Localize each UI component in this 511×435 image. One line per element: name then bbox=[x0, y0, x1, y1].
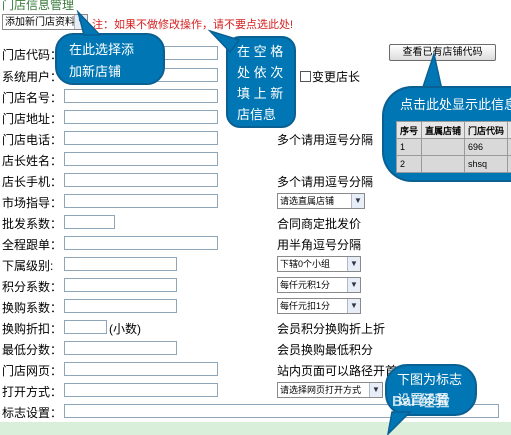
open-mode-select-value: 请选择网页打开方式 bbox=[280, 385, 362, 395]
label-subordinate-level: 下属级别: bbox=[2, 259, 54, 273]
wholesale-coef-input[interactable] bbox=[64, 215, 115, 229]
points-select-value: 每仟元积1分 bbox=[280, 280, 331, 290]
points-coef-input[interactable] bbox=[64, 278, 177, 292]
label-store-code: 门店代码： bbox=[2, 48, 63, 62]
subordinate-level-input[interactable] bbox=[64, 257, 177, 271]
label-points-coef: 积分系数： bbox=[2, 280, 63, 294]
table-header-cell: 序号 bbox=[396, 121, 423, 139]
callout-fill-info-tail bbox=[207, 29, 240, 54]
label-exchange-coef: 换购系数： bbox=[2, 301, 63, 315]
chevron-down-icon: ▼ bbox=[347, 257, 360, 271]
callout-select-add-tail bbox=[76, 10, 102, 36]
callout-fill-info-line3: 填 上 新 bbox=[237, 86, 284, 101]
open-mode-select[interactable]: 请选择网页打开方式 ▼ bbox=[277, 382, 383, 398]
mobile-hint: 多个请用逗号分隔 bbox=[277, 175, 374, 189]
change-manager-label: 变更店长 bbox=[312, 70, 361, 84]
discount-hint: 会员积分换购折上折 bbox=[277, 322, 386, 336]
table-cell bbox=[421, 155, 466, 173]
label-manager-mobile: 店长手机： bbox=[2, 175, 63, 189]
table-cell bbox=[421, 138, 466, 156]
table-cell: po bbox=[507, 138, 511, 156]
label-tracking: 全程跟单： bbox=[2, 238, 63, 252]
callout-fill-info-line4: 店信息 bbox=[237, 107, 277, 122]
direct-store-select-value: 请选直属店铺 bbox=[280, 196, 335, 206]
label-store-webpage: 门店网页： bbox=[2, 364, 63, 378]
table-header-cell: 门店代码 bbox=[464, 121, 509, 139]
callout-fill-info-line1: 在 空 格 bbox=[237, 44, 284, 59]
table-header-row: 序号 直属店铺 门店代码 门 bbox=[396, 121, 511, 139]
chevron-down-icon: ▼ bbox=[351, 194, 364, 208]
label-store-phone: 门店电话： bbox=[2, 133, 63, 147]
bottom-bar bbox=[0, 422, 511, 435]
warning-text: 注：如果不做修改操作，请不要点选此处! bbox=[92, 19, 294, 31]
subordinate-select-value: 下辖0个小组 bbox=[280, 259, 331, 269]
market-guide-input[interactable] bbox=[64, 194, 218, 208]
wholesale-hint: 合同商定批发价 bbox=[277, 217, 362, 231]
action-select-value: 添加新门店资料 bbox=[5, 17, 75, 28]
chevron-down-icon: ▼ bbox=[347, 278, 360, 292]
discount-unit: (小数) bbox=[109, 322, 141, 336]
callout-select-add: 在此选择添 加新店铺 bbox=[55, 33, 165, 85]
callout-show-info-text: 点击此处显示此信息 bbox=[400, 97, 511, 112]
table-cell: 696 bbox=[464, 138, 509, 156]
label-logo-settings: 标志设置： bbox=[2, 406, 63, 420]
open-mode-input[interactable] bbox=[64, 383, 218, 397]
exchange-select[interactable]: 每仟元扣1分 ▼ bbox=[277, 298, 361, 314]
label-min-points: 最低分数： bbox=[2, 343, 63, 357]
direct-store-select[interactable]: 请选直属店铺 ▼ bbox=[277, 193, 365, 209]
label-exchange-discount: 换购折扣： bbox=[2, 322, 63, 336]
store-code-table-wrap: 序号 直属店铺 门店代码 门 1 696 po 2 shsq sh bbox=[396, 121, 511, 173]
label-wholesale-coef: 批发系数： bbox=[2, 217, 63, 231]
table-row: 2 shsq sh bbox=[396, 155, 511, 173]
table-cell: sh bbox=[507, 155, 511, 173]
min-points-input[interactable] bbox=[64, 341, 177, 355]
callout-logo-note-tail bbox=[387, 411, 412, 435]
exchange-select-value: 每仟元扣1分 bbox=[280, 301, 331, 311]
change-manager-checkbox[interactable] bbox=[300, 71, 311, 82]
min-points-hint: 会员换购最低积分 bbox=[277, 343, 374, 357]
callout-fill-info-line2: 处 依 次 bbox=[237, 65, 284, 80]
manager-name-input[interactable] bbox=[64, 152, 218, 166]
points-select[interactable]: 每仟元积1分 ▼ bbox=[277, 277, 361, 293]
tracking-input[interactable] bbox=[64, 236, 218, 250]
table-cell: 1 bbox=[396, 138, 423, 156]
table-header-cell: 直属店铺 bbox=[421, 121, 466, 139]
table-cell: 2 bbox=[396, 155, 423, 173]
label-system-user: 系统用户： bbox=[2, 70, 63, 84]
callout-select-add-line1: 在此选择添 bbox=[69, 42, 135, 57]
exchange-coef-input[interactable] bbox=[64, 299, 177, 313]
callout-select-add-line2: 加新店铺 bbox=[69, 64, 122, 79]
page-title: 门店信息管理 bbox=[2, 0, 75, 12]
store-address-input[interactable] bbox=[64, 110, 218, 124]
callout-logo-note-line1: 下图为标志 bbox=[397, 372, 463, 387]
subordinate-select[interactable]: 下辖0个小组 ▼ bbox=[277, 256, 361, 272]
phone-hint: 多个请用逗号分隔 bbox=[277, 133, 374, 147]
label-store-name: 门店名号： bbox=[2, 91, 63, 105]
store-name-input[interactable] bbox=[64, 89, 218, 103]
label-manager-name: 店长姓名： bbox=[2, 154, 63, 168]
label-market-guide: 市场指导： bbox=[2, 196, 63, 210]
label-store-address: 门店地址： bbox=[2, 112, 63, 126]
exchange-discount-input[interactable] bbox=[64, 320, 107, 334]
manager-mobile-input[interactable] bbox=[64, 173, 218, 187]
table-cell: shsq bbox=[464, 155, 509, 173]
chevron-down-icon: ▼ bbox=[369, 383, 382, 397]
label-open-mode: 打开方式： bbox=[2, 385, 63, 399]
watermark-text: Bai 经验 bbox=[392, 393, 450, 410]
table-header-cell: 门 bbox=[507, 121, 511, 139]
store-webpage-input[interactable] bbox=[64, 362, 218, 376]
store-phone-input[interactable] bbox=[64, 131, 218, 145]
store-code-table: 序号 直属店铺 门店代码 门 1 696 po 2 shsq sh bbox=[396, 121, 511, 173]
chevron-down-icon: ▼ bbox=[347, 299, 360, 313]
table-row: 1 696 po bbox=[396, 138, 511, 156]
tracking-hint: 用半角逗号分隔 bbox=[277, 238, 362, 252]
